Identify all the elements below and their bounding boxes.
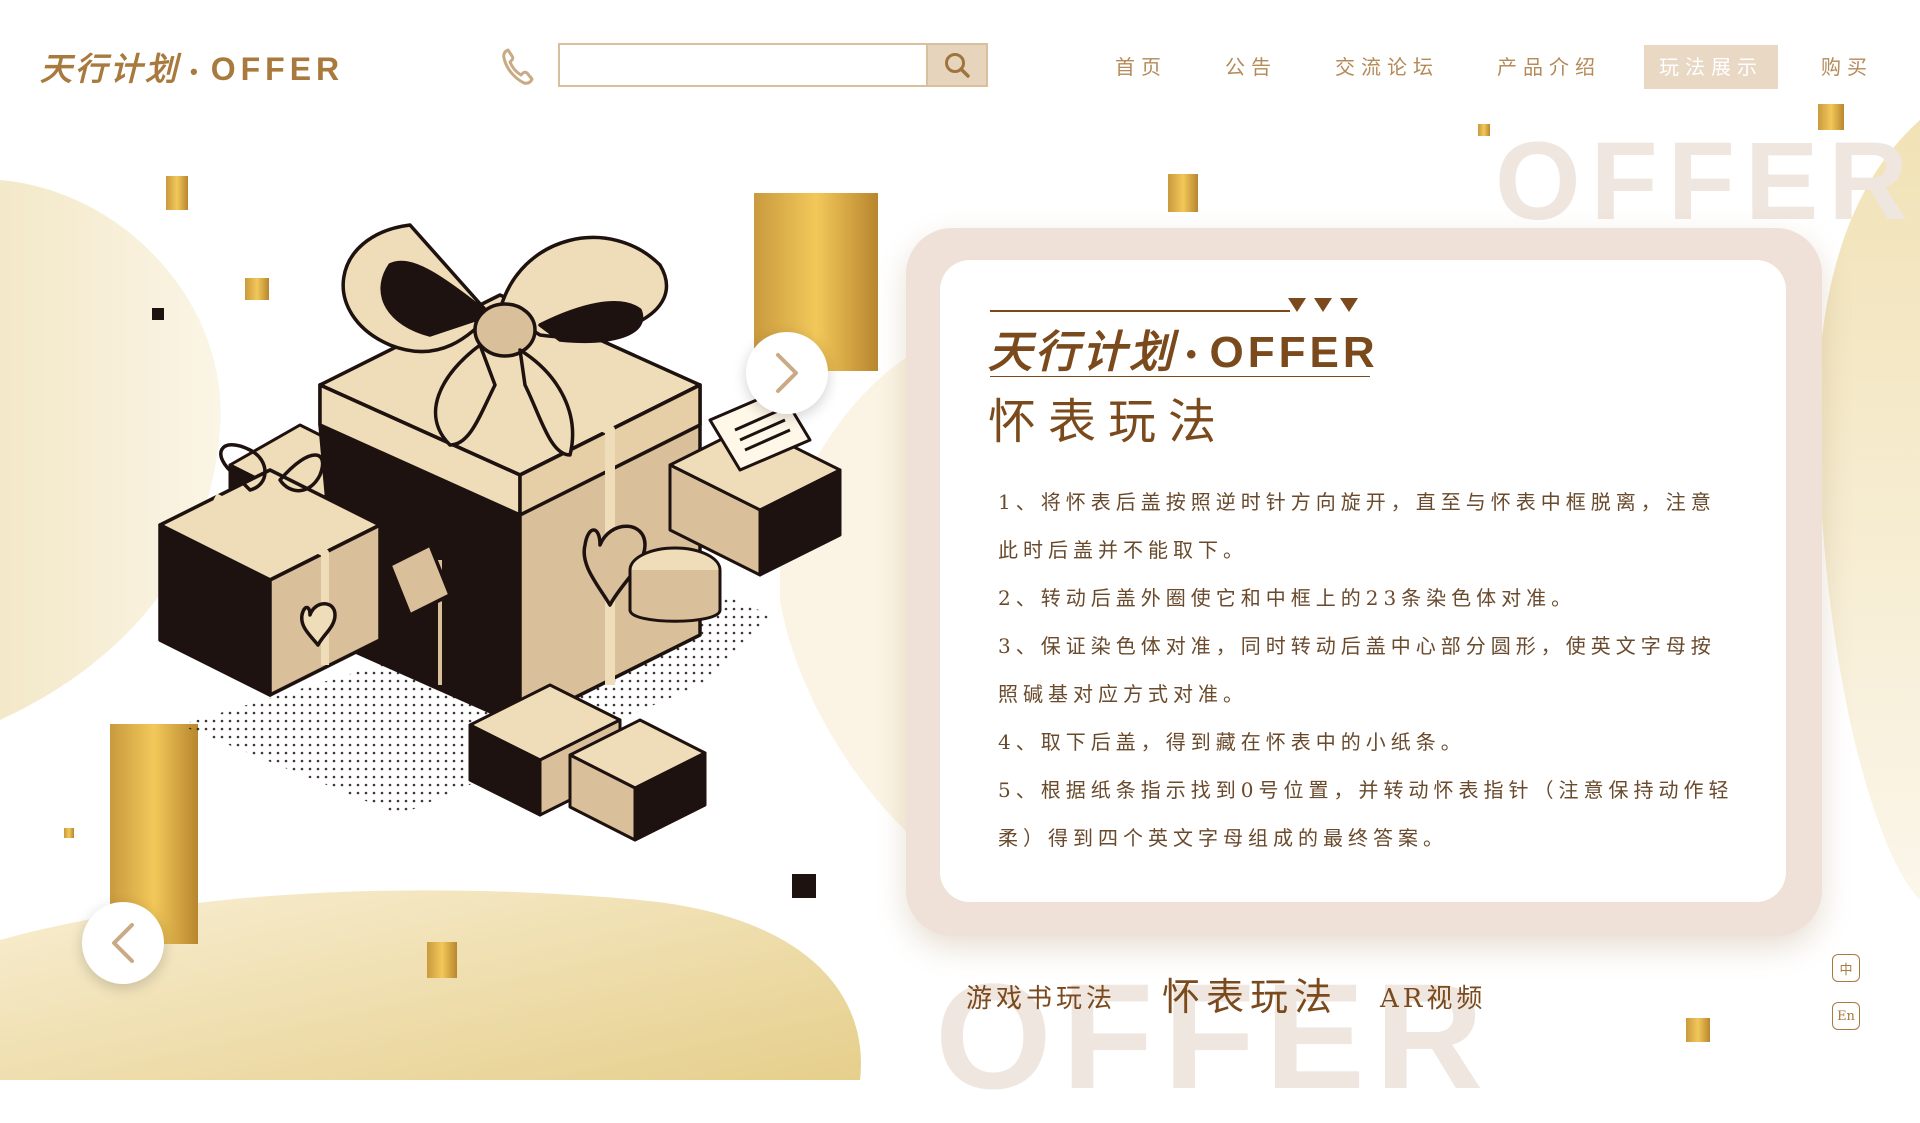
tab-ar-video[interactable]: AR视频 bbox=[1380, 978, 1486, 1015]
search-input[interactable] bbox=[558, 43, 928, 87]
carousel-prev-button[interactable] bbox=[82, 902, 164, 984]
gold-square-decoration bbox=[427, 942, 457, 978]
instruction-step: 2、转动后盖外圈使它和中框上的23条染色体对准。 bbox=[998, 586, 1577, 610]
decorative-triangle bbox=[1288, 298, 1306, 312]
nav-item-forum[interactable]: 交流论坛 bbox=[1320, 45, 1454, 89]
search-button[interactable] bbox=[926, 43, 988, 87]
card-logo: 天行计划 • OFFER bbox=[988, 316, 1379, 380]
language-zh-button[interactable]: 中 bbox=[1832, 954, 1860, 982]
gold-square-decoration bbox=[1478, 124, 1490, 136]
gold-square-decoration bbox=[1686, 1018, 1710, 1042]
instruction-steps: 1、将怀表后盖按照逆时针方向旋开，直至与怀表中框脱离，注意此时后盖并不能取下。 … bbox=[998, 478, 1738, 862]
gift-boxes-illustration bbox=[158, 223, 842, 842]
chevron-right-icon bbox=[776, 353, 798, 393]
card-logo-dot: • bbox=[1186, 338, 1200, 372]
chevron-left-icon bbox=[112, 923, 134, 963]
nav-item-products[interactable]: 产品介绍 bbox=[1482, 45, 1616, 89]
nav-item-gameplay[interactable]: 玩法展示 bbox=[1644, 45, 1778, 89]
logo-dot: • bbox=[190, 58, 201, 84]
decorative-triangle bbox=[1314, 298, 1332, 312]
decorative-triangle bbox=[1340, 298, 1358, 312]
gold-square-decoration bbox=[1168, 174, 1198, 212]
nav-item-buy[interactable]: 购买 bbox=[1806, 45, 1888, 89]
tab-pocket-watch[interactable]: 怀表玩法 bbox=[1162, 966, 1338, 1021]
card-logo-cn: 天行计划 bbox=[988, 328, 1176, 377]
gold-square-decoration bbox=[64, 828, 74, 838]
decorative-line bbox=[990, 310, 1290, 312]
language-en-button[interactable]: En bbox=[1832, 1002, 1860, 1030]
main-nav: 首页 公告 交流论坛 产品介绍 玩法展示 购买 bbox=[1100, 45, 1916, 89]
decorative-line bbox=[990, 376, 1370, 377]
card-logo-en: OFFER bbox=[1209, 328, 1379, 377]
tab-gamebook[interactable]: 游戏书玩法 bbox=[966, 978, 1116, 1015]
gold-square-decoration bbox=[166, 176, 188, 210]
site-logo[interactable]: 天行计划 • OFFER bbox=[40, 44, 344, 90]
search-icon bbox=[945, 53, 970, 78]
dark-square-decoration bbox=[792, 874, 816, 898]
carousel-next-button[interactable] bbox=[746, 332, 828, 414]
phone-icon[interactable] bbox=[500, 46, 536, 86]
logo-en-text: OFFER bbox=[210, 51, 345, 87]
background-offer-text-top: OFFER bbox=[1495, 120, 1918, 243]
instruction-step: 4、取下后盖，得到藏在怀表中的小纸条。 bbox=[998, 730, 1466, 754]
instruction-step: 3、保证染色体对准，同时转动后盖中心部分圆形，使英文字母按照碱基对应方式对准。 bbox=[998, 634, 1716, 706]
instruction-step: 1、将怀表后盖按照逆时针方向旋开，直至与怀表中框脱离，注意此时后盖并不能取下。 bbox=[998, 490, 1716, 562]
instruction-step: 5、根据纸条指示找到0号位置，并转动怀表指针（注意保持动作轻柔）得到四个英文字母… bbox=[998, 778, 1734, 850]
nav-item-announcements[interactable]: 公告 bbox=[1210, 45, 1292, 89]
nav-item-home[interactable]: 首页 bbox=[1100, 45, 1182, 89]
card-title: 怀表玩法 bbox=[988, 394, 1229, 450]
logo-cn-text: 天行计划 bbox=[40, 51, 181, 87]
